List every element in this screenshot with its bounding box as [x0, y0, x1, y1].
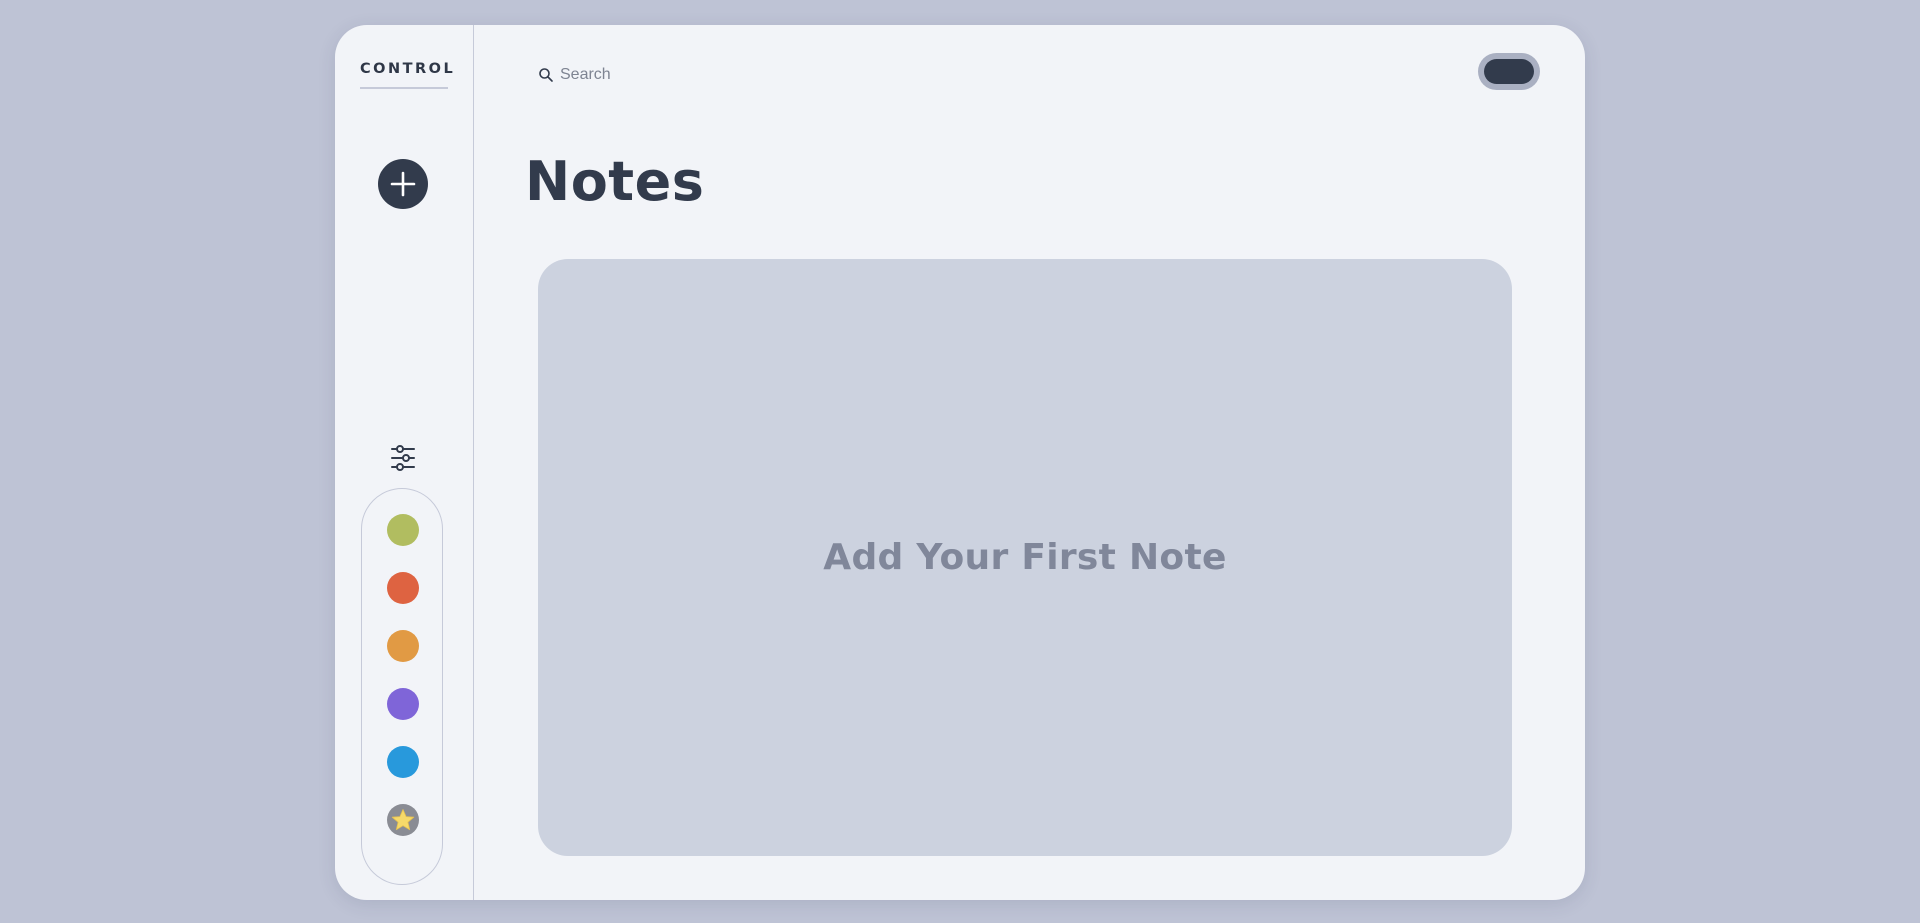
- color-swatch-purple[interactable]: [387, 688, 419, 720]
- empty-notes-placeholder[interactable]: Add Your First Note: [538, 259, 1512, 856]
- filter-sliders-icon[interactable]: [390, 443, 416, 473]
- toggle-track: [1484, 59, 1534, 84]
- color-swatch-orange[interactable]: [387, 630, 419, 662]
- app-window: CONTROL Search Notes Add Your First Note: [335, 25, 1585, 900]
- page-title: Notes: [525, 150, 705, 213]
- favorites-filter-button[interactable]: [387, 804, 419, 836]
- add-note-button[interactable]: [378, 159, 428, 209]
- color-filter-palette: [361, 488, 443, 885]
- color-swatch-green[interactable]: [387, 514, 419, 546]
- color-swatch-blue[interactable]: [387, 746, 419, 778]
- moon-icon: [1493, 65, 1500, 78]
- main-content: Notes Add Your First Note: [475, 25, 1585, 900]
- empty-message: Add Your First Note: [823, 537, 1227, 578]
- brand-logo: CONTROL: [360, 61, 453, 89]
- search-bar: [538, 60, 918, 90]
- star-icon: [391, 809, 415, 831]
- color-swatch-red[interactable]: [387, 572, 419, 604]
- theme-toggle[interactable]: [1478, 53, 1540, 90]
- sidebar: CONTROL: [335, 25, 474, 900]
- search-input[interactable]: [560, 66, 860, 84]
- search-icon: [539, 68, 553, 82]
- plus-icon: [390, 171, 416, 197]
